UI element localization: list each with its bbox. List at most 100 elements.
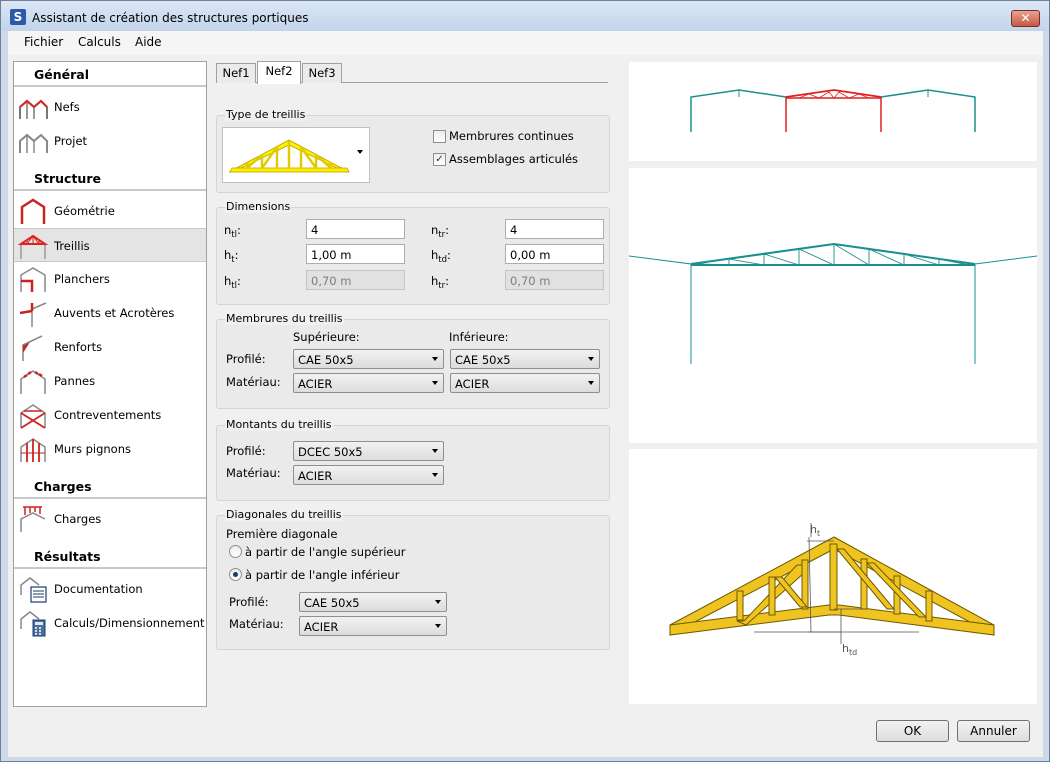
app-window: S Assistant de création des structures p…	[0, 0, 1050, 762]
montants-material-select[interactable]: ACIER	[293, 465, 444, 485]
sidebar-item-pannes[interactable]: Pannes	[14, 364, 206, 398]
montants-profile-select[interactable]: DCEC 50x5	[293, 441, 444, 461]
sidebar-item-renforts[interactable]: Renforts	[14, 330, 206, 364]
membrure-sup-profile-value: CAE 50x5	[298, 353, 354, 367]
cancel-button[interactable]: Annuler	[957, 720, 1030, 742]
auvents-icon	[19, 302, 47, 327]
diagonales-material-label: Matériau:	[229, 617, 284, 631]
window-title: Assistant de création des structures por…	[32, 11, 309, 25]
tab-nef3[interactable]: Nef3	[302, 63, 342, 83]
htd-input[interactable]: 0,00 m	[505, 244, 604, 264]
group-title-type-treillis: Type de treillis	[225, 108, 307, 121]
sidebar-item-auvents[interactable]: Auvents et Acrotères	[14, 296, 206, 330]
sidebar-item-contreventements[interactable]: Contreventements	[14, 398, 206, 432]
htr-subscript: tr	[438, 281, 446, 291]
sidebar-item-geometrie[interactable]: Géométrie	[14, 194, 206, 228]
preview-frame-overview	[629, 62, 1037, 161]
montants-profile-value: DCEC 50x5	[298, 445, 363, 459]
treillis-icon	[18, 234, 48, 259]
menu-aide[interactable]: Aide	[135, 35, 162, 49]
truss-detail-drawing: ht htd	[669, 523, 995, 657]
nef-icon	[19, 99, 48, 119]
ok-button[interactable]: OK	[876, 720, 949, 742]
ht-subscript: t	[231, 255, 235, 265]
chevron-down-icon	[435, 624, 441, 628]
chevron-down-icon	[432, 449, 438, 453]
diag-angle-superieur-radio[interactable]	[229, 545, 242, 558]
sidebar-item-charges[interactable]: Charges	[14, 502, 206, 536]
group-type-treillis: Type de treillis Membrures continues ✓ A…	[216, 108, 610, 193]
app-logo-icon: S	[10, 9, 26, 25]
sidebar-item-calculs[interactable]: Calculs/Dimensionnement	[14, 606, 206, 640]
sidebar-label-projet: Projet	[54, 134, 88, 148]
diag-angle-inferieur-label: à partir de l'angle inférieur	[245, 568, 400, 582]
ntl-input[interactable]: 4	[306, 219, 405, 239]
diagonales-profile-select[interactable]: CAE 50x5	[299, 592, 447, 612]
group-dimensions: Dimensions ntl: 4 ntr: 4 ht: 1,00 m htd:…	[216, 200, 610, 305]
membrure-inf-profile-select[interactable]: CAE 50x5	[450, 349, 600, 369]
assemblages-articules-label: Assemblages articulés	[449, 152, 579, 166]
htl-label: htl:	[224, 274, 241, 291]
ntr-subscript: tr	[438, 230, 446, 240]
group-title-diagonales: Diagonales du treillis	[225, 508, 343, 521]
htr-input: 0,70 m	[505, 270, 604, 290]
ntl-label: ntl:	[224, 223, 241, 240]
close-button[interactable]: ✕	[1011, 10, 1040, 27]
group-diagonales: Diagonales du treillis Première diagonal…	[216, 508, 610, 650]
sidebar-item-projet[interactable]: Projet	[14, 124, 206, 158]
title-bar[interactable]: S Assistant de création des structures p…	[1, 1, 1049, 31]
frame-overview-drawing	[690, 89, 976, 132]
chevron-down-icon	[435, 600, 441, 604]
membrure-sup-profile-select[interactable]: CAE 50x5	[293, 349, 444, 369]
sidebar-section-resultats: Résultats	[14, 544, 206, 569]
diagonales-profile-value: CAE 50x5	[304, 596, 360, 610]
htr-label: htr:	[431, 274, 449, 291]
ht-input[interactable]: 1,00 m	[306, 244, 405, 264]
tab-nef2[interactable]: Nef2	[257, 61, 301, 84]
ntr-input[interactable]: 4	[505, 219, 604, 239]
chevron-down-icon	[588, 357, 594, 361]
sidebar-item-nefs[interactable]: Nefs	[14, 90, 206, 124]
membrures-continues-checkbox[interactable]	[433, 130, 446, 143]
sidebar-label-charges: Charges	[54, 512, 102, 526]
charges-icon	[20, 506, 46, 532]
premiere-diagonale-label: Première diagonale	[226, 527, 338, 541]
tab-nef1[interactable]: Nef1	[216, 63, 256, 83]
sidebar-label-murs-pignons: Murs pignons	[54, 442, 131, 456]
diag-angle-inferieur-radio[interactable]	[229, 568, 242, 581]
nef-tabs: Nef1 Nef2 Nef3	[216, 61, 608, 84]
sidebar-label-auvents: Auvents et Acrotères	[54, 306, 175, 320]
membrure-inf-material-value: ACIER	[455, 377, 490, 391]
montants-profile-label: Profilé:	[226, 444, 266, 458]
diagonales-material-select[interactable]: ACIER	[299, 616, 447, 636]
sidebar-label-pannes: Pannes	[54, 374, 96, 388]
murs-pignons-icon	[20, 438, 46, 462]
group-montants: Montants du treillis Profilé: DCEC 50x5 …	[216, 418, 610, 501]
contreventements-icon	[20, 404, 46, 429]
membrure-inf-material-select[interactable]: ACIER	[450, 373, 600, 393]
sidebar-label-nefs: Nefs	[54, 100, 80, 114]
membrures-profile-label: Profilé:	[226, 352, 266, 366]
menu-fichier[interactable]: Fichier	[24, 35, 63, 49]
sidebar-item-planchers[interactable]: Planchers	[14, 262, 206, 296]
sidebar-section-structure: Structure	[14, 166, 206, 191]
assemblages-articules-checkbox[interactable]: ✓	[433, 153, 446, 166]
membrures-material-label: Matériau:	[226, 375, 281, 389]
group-title-montants: Montants du treillis	[225, 418, 333, 431]
menu-calculs[interactable]: Calculs	[78, 35, 121, 49]
sidebar-item-treillis[interactable]: Treillis	[14, 228, 206, 262]
truss-type-dropdown-arrow-icon	[357, 150, 363, 154]
documentation-icon	[20, 577, 47, 603]
membrure-sup-material-select[interactable]: ACIER	[293, 373, 444, 393]
sidebar-section-general: Général	[14, 62, 206, 87]
sidebar-item-documentation[interactable]: Documentation	[14, 572, 206, 606]
chevron-down-icon	[432, 357, 438, 361]
sidebar-label-treillis: Treillis	[54, 239, 90, 253]
chevron-down-icon	[432, 473, 438, 477]
sidebar-item-murs-pignons[interactable]: Murs pignons	[14, 432, 206, 466]
menu-bar: Fichier Calculs Aide	[8, 31, 1043, 55]
chevron-down-icon	[588, 381, 594, 385]
htl-subscript: tl	[231, 281, 237, 291]
span-truss-drawing	[628, 242, 1038, 364]
truss-type-selector[interactable]	[222, 127, 370, 183]
